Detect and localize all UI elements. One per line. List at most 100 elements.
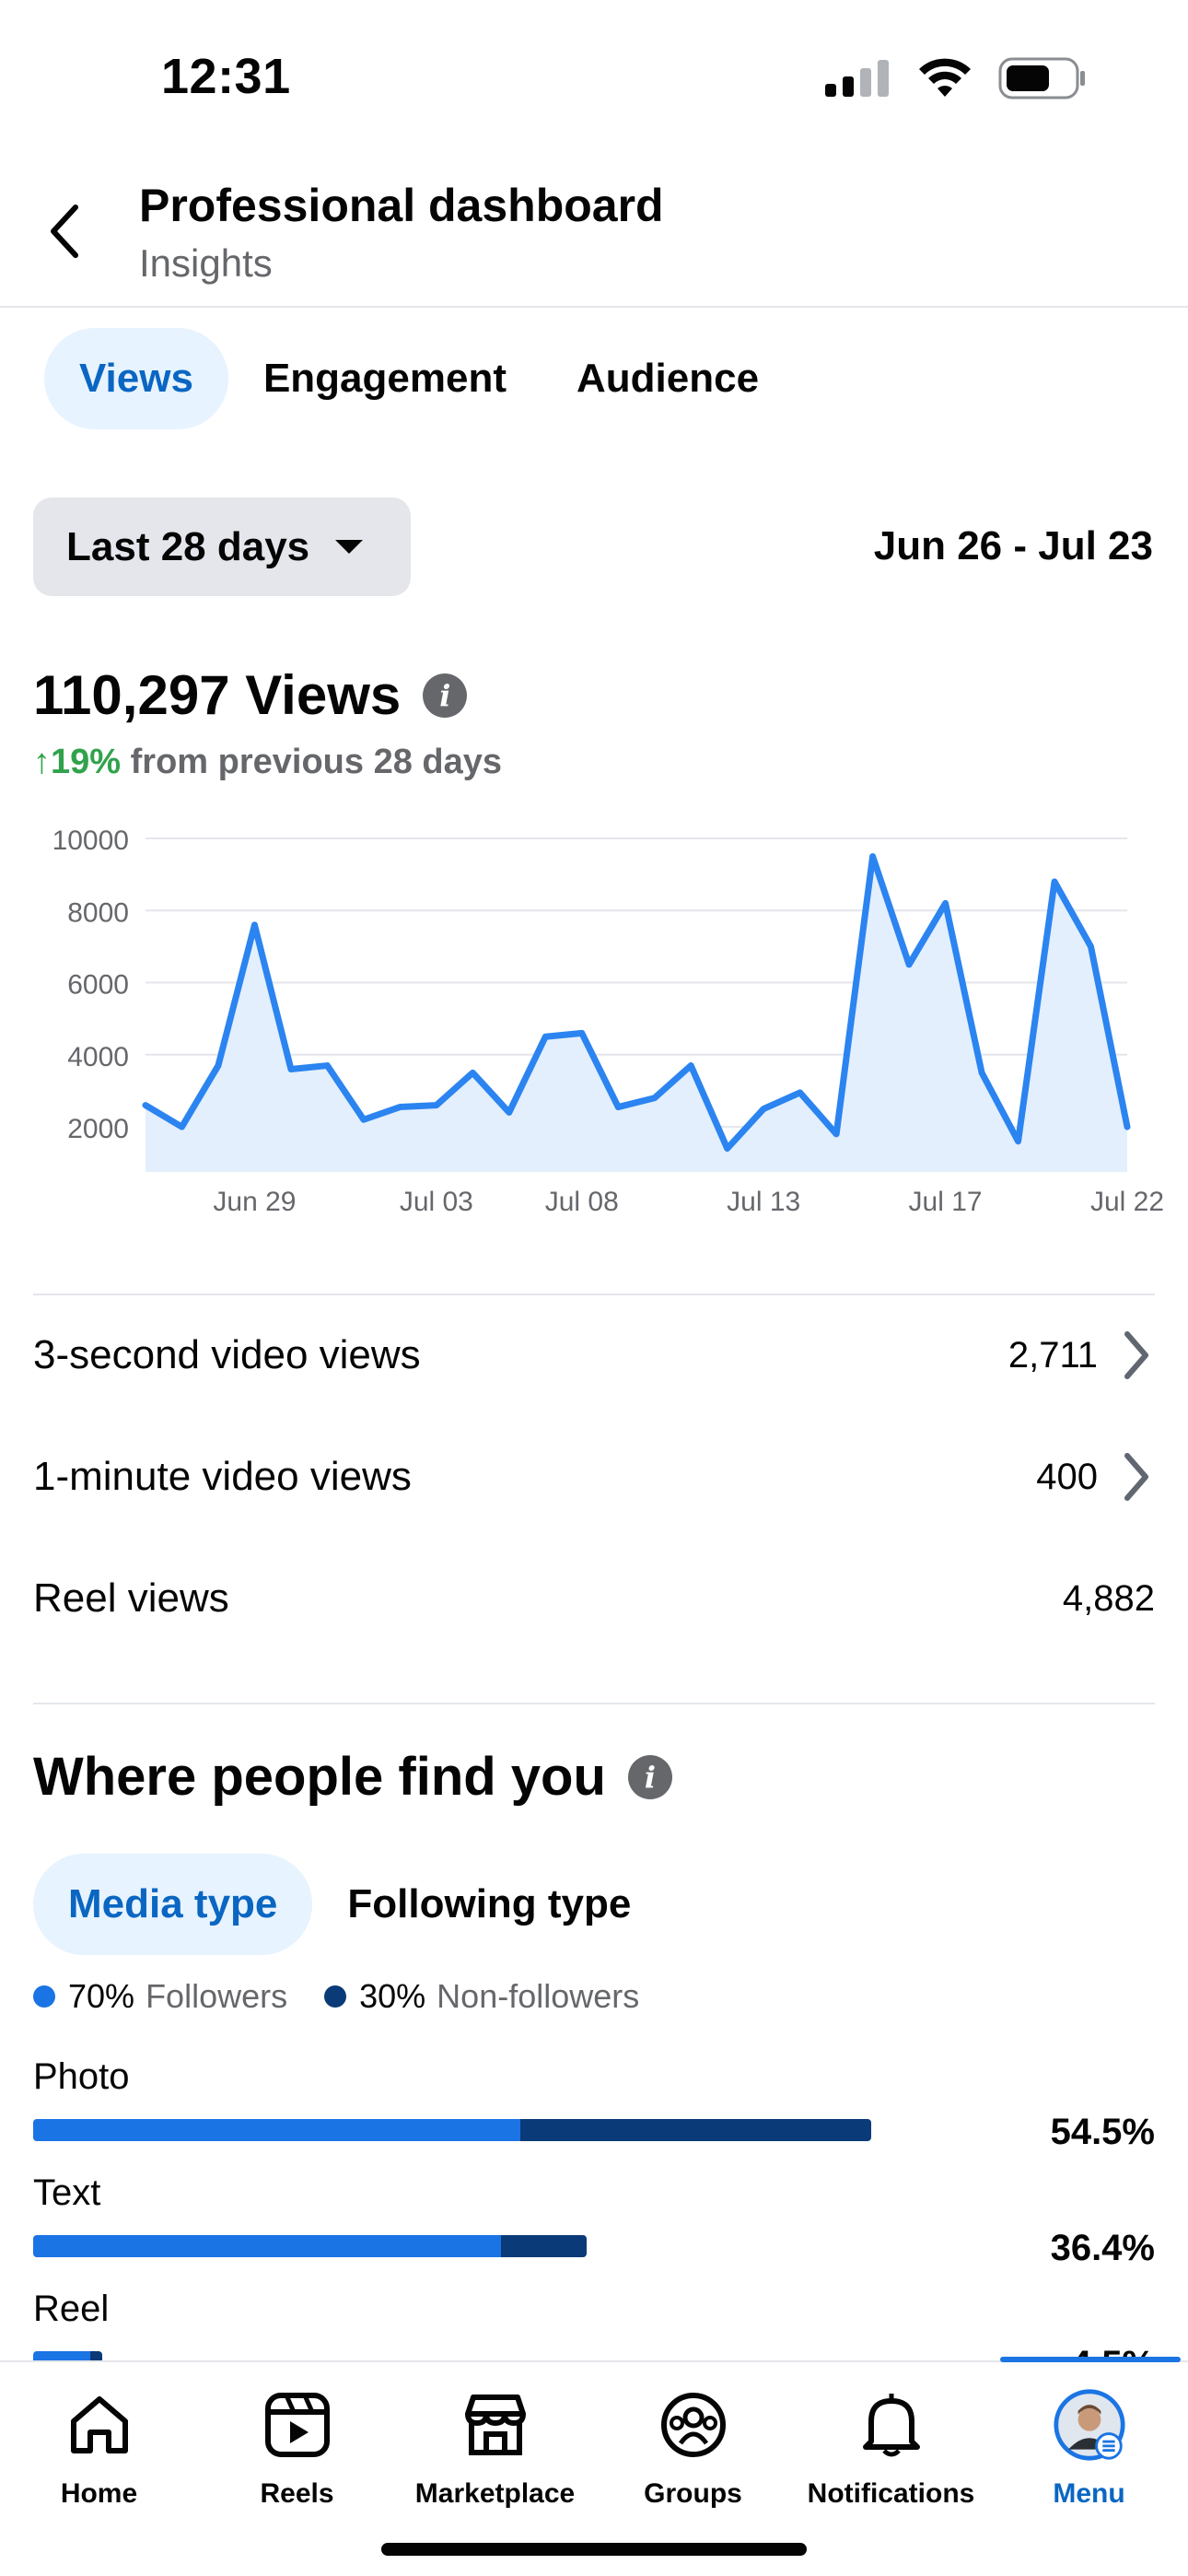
bell-icon <box>855 2388 928 2462</box>
date-range-text: Jun 26 - Jul 23 <box>873 523 1153 568</box>
metric-row-1m-views[interactable]: 1-minute video views 400 <box>33 1435 1155 1518</box>
tab-views[interactable]: Views <box>44 328 228 429</box>
tab-following-type[interactable]: Following type <box>312 1854 666 1955</box>
nav-label: Marketplace <box>414 2478 576 2509</box>
nav-label: Menu <box>1053 2478 1125 2509</box>
tab-engagement[interactable]: Engagement <box>228 328 542 429</box>
views-change-text: from previous 28 days <box>130 743 503 781</box>
home-icon <box>63 2388 136 2462</box>
y-tick-label: 8000 <box>67 897 129 928</box>
views-total-text: 110,297 Views <box>33 664 402 726</box>
nav-notifications[interactable]: Notifications <box>792 2388 990 2510</box>
reels-icon <box>261 2388 334 2462</box>
page-subtitle: Insights <box>139 241 273 285</box>
x-tick-label: Jul 03 <box>400 1187 473 1217</box>
marketplace-icon <box>459 2388 532 2462</box>
y-tick-label: 2000 <box>67 1114 129 1144</box>
date-range-dropdown-label: Last 28 days <box>66 523 310 569</box>
info-icon[interactable]: i <box>423 673 468 718</box>
y-tick-label: 6000 <box>67 970 129 1001</box>
nav-home[interactable]: Home <box>0 2388 198 2510</box>
metric-value: 2,711 <box>1007 1334 1098 1376</box>
info-icon[interactable]: i <box>627 1754 672 1799</box>
bar-label: Photo <box>33 2056 130 2097</box>
x-tick-label: Jul 22 <box>1090 1187 1164 1217</box>
bar-label: Reel <box>33 2289 110 2329</box>
chart-legend: 70% Followers 30% Non-followers <box>33 1977 676 2016</box>
battery-icon <box>998 57 1085 100</box>
y-tick-label: 10000 <box>52 825 129 856</box>
bar-row-reel: Reel 4.5% <box>33 2289 1155 2384</box>
nav-groups[interactable]: Groups <box>594 2388 792 2510</box>
bar-segment-followers <box>33 2235 501 2257</box>
legend-dot <box>33 1985 55 2008</box>
page-title: Professional dashboard <box>139 180 664 231</box>
metric-label: 3-second video views <box>33 1332 421 1377</box>
nav-label: Home <box>60 2478 138 2509</box>
x-tick-label: Jul 17 <box>909 1187 983 1217</box>
nav-reels[interactable]: Reels <box>198 2388 396 2510</box>
insights-tabs: Views Engagement Audience <box>44 328 794 429</box>
stacked-bar <box>33 2119 871 2141</box>
section-title-text: Where people find you <box>33 1747 606 1807</box>
divider <box>33 1703 1155 1704</box>
nav-label: Groups <box>644 2478 742 2509</box>
views-change: ↑19% from previous 28 days <box>33 743 502 782</box>
bar-segment-nonfollowers <box>520 2119 871 2141</box>
views-change-pct: ↑19% <box>33 743 122 781</box>
views-total: 110,297 Views i <box>33 663 468 727</box>
tab-media-type[interactable]: Media type <box>33 1854 313 1955</box>
tab-audience[interactable]: Audience <box>542 328 794 429</box>
nav-marketplace[interactable]: Marketplace <box>396 2388 594 2510</box>
stacked-bar <box>33 2235 588 2257</box>
y-tick-label: 4000 <box>67 1042 129 1072</box>
caret-down-icon <box>335 540 364 554</box>
status-time: 12:31 <box>161 49 291 104</box>
status-icons <box>825 57 1087 100</box>
status-bar: 12:31 <box>0 0 1188 147</box>
bar-segment-nonfollowers <box>500 2235 588 2257</box>
chevron-right-icon <box>1118 1328 1155 1383</box>
nav-menu[interactable]: Menu <box>990 2388 1188 2510</box>
legend-item-followers: 70% Followers <box>33 1977 287 2016</box>
metric-label: 1-minute video views <box>33 1454 412 1499</box>
chevron-left-icon <box>51 205 78 258</box>
bar-row-photo: Photo 54.5% <box>33 2056 1155 2152</box>
profile-avatar <box>1053 2388 1126 2462</box>
legend-item-nonfollowers: 30% Non-followers <box>324 1977 639 2016</box>
metric-row-reel-views: Reel views 4,882 <box>33 1557 1155 1640</box>
x-tick-label: Jul 13 <box>727 1187 800 1217</box>
metric-row-3s-views[interactable]: 3-second video views 2,711 <box>33 1314 1155 1397</box>
back-button[interactable] <box>37 199 92 263</box>
cellular-signal-icon <box>825 60 889 97</box>
date-range-dropdown[interactable]: Last 28 days <box>33 498 411 596</box>
x-tick-label: Jun 29 <box>213 1187 296 1217</box>
chevron-right-icon <box>1118 1449 1155 1505</box>
legend-pct: 70% <box>68 1977 135 2015</box>
bar-total-pct: 54.5% <box>1050 2112 1155 2152</box>
section-title: Where people find you i <box>33 1746 672 1808</box>
metric-value: 400 <box>1036 1456 1098 1497</box>
metric-value: 4,882 <box>1062 1577 1155 1619</box>
legend-label: Followers <box>146 1977 288 2015</box>
x-tick-label: Jul 08 <box>545 1187 619 1217</box>
wifi-icon <box>919 58 971 97</box>
area-fill <box>146 856 1127 1172</box>
nav-label: Notifications <box>807 2478 975 2509</box>
bar-segment-followers <box>33 2119 521 2141</box>
divider <box>33 1294 1155 1295</box>
bar-label: Text <box>33 2172 101 2213</box>
metric-label: Reel views <box>33 1575 229 1621</box>
where-found-tabs: Media type Following type <box>33 1854 666 1955</box>
page-header: Professional dashboard Insights <box>0 157 1188 308</box>
groups-icon <box>657 2388 730 2462</box>
nav-label: Reels <box>260 2478 334 2509</box>
active-tab-indicator <box>1000 2357 1181 2362</box>
bar-row-text: Text 36.4% <box>33 2172 1155 2268</box>
legend-label: Non-followers <box>437 1977 640 2015</box>
bar-total-pct: 36.4% <box>1050 2228 1155 2268</box>
legend-pct: 30% <box>359 1977 426 2015</box>
legend-dot <box>324 1985 347 2008</box>
views-line-chart: 10000 8000 6000 4000 2000 Jun 29 Jul 03 Jul 08 J… <box>52 825 1164 1217</box>
home-indicator[interactable] <box>381 2543 807 2556</box>
